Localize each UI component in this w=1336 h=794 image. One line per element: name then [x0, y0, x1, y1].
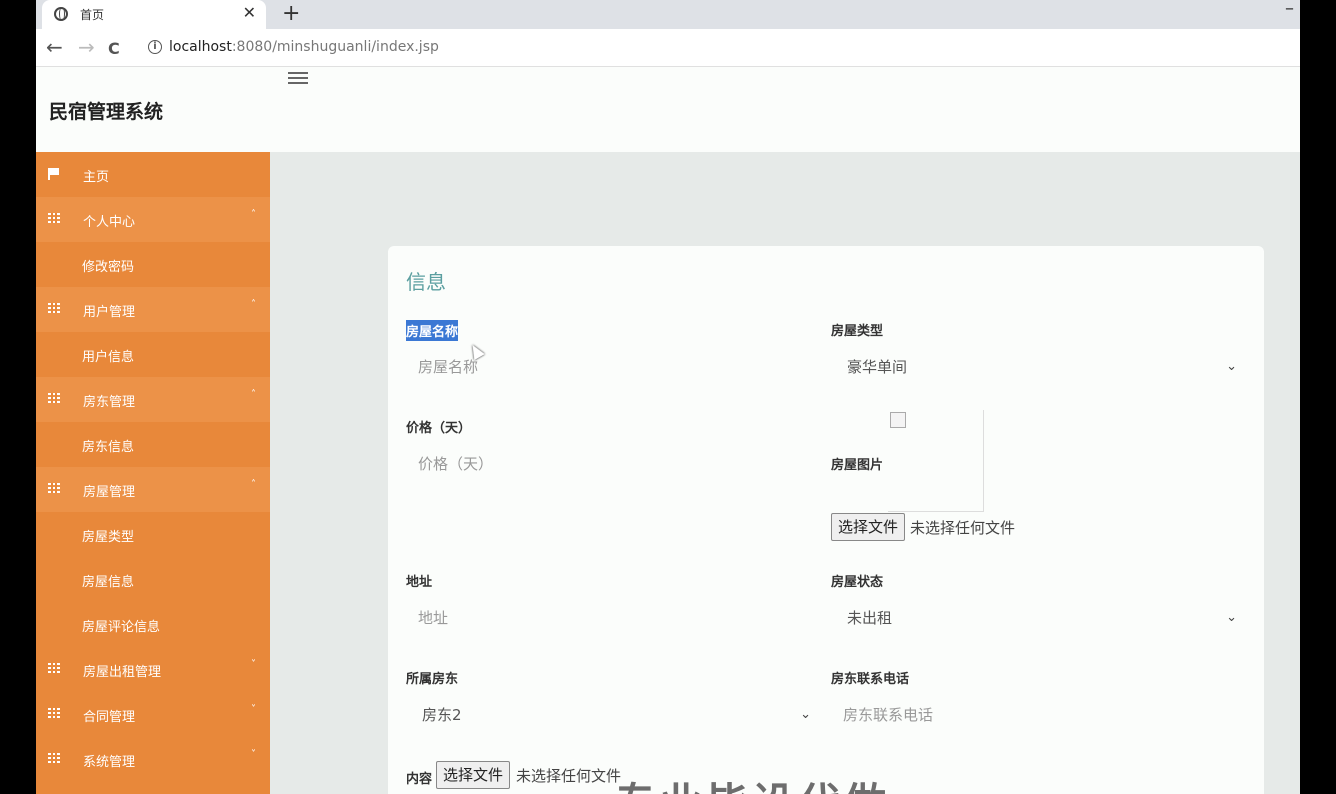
- sidebar-item-landlord-info[interactable]: 房东信息: [36, 422, 270, 467]
- sidebar-item-label: 房屋类型: [82, 530, 135, 545]
- sidebar-item-label: 主页: [83, 170, 110, 185]
- sidebar-item-label: 修改密码: [82, 260, 135, 275]
- chevron-down-icon: ˅: [251, 749, 256, 760]
- sidebar-item-contract-management[interactable]: 合同管理 ˅: [36, 692, 270, 737]
- forward-button[interactable]: →: [78, 36, 95, 58]
- chevron-up-icon: ˄: [251, 389, 256, 400]
- sidebar-item-label: 用户信息: [82, 350, 135, 365]
- back-button[interactable]: ←: [46, 36, 63, 58]
- new-tab-button[interactable]: +: [282, 0, 300, 28]
- form-card: 信息 房屋名称 房屋类型 豪华单间 ⌄ 价格（天） 房屋图片 选择文件 未选择任…: [388, 246, 1264, 794]
- browser-window: 首页 ✕ + – ← → C i localhost:8080/minshugu…: [36, 0, 1300, 794]
- landlord-phone-label: 房东联系电话: [831, 672, 910, 687]
- chevron-down-icon: ⌄: [1226, 359, 1237, 374]
- grid-icon: [48, 708, 60, 718]
- house-status-select[interactable]: 未出租 ⌄: [831, 599, 1245, 637]
- tab-title: 首页: [80, 8, 105, 22]
- reload-button[interactable]: C: [108, 38, 120, 60]
- sidebar-item-label: 系统管理: [83, 755, 136, 770]
- chevron-up-icon: ˄: [251, 209, 256, 220]
- url-path: :8080/minshuguanli/index.jsp: [231, 39, 439, 55]
- menu-toggle-icon[interactable]: [288, 69, 308, 85]
- sidebar-item-label: 房屋信息: [82, 575, 135, 590]
- address-label: 地址: [406, 575, 433, 590]
- grid-icon: [48, 753, 60, 763]
- house-name-input[interactable]: [406, 348, 801, 386]
- info-icon[interactable]: i: [148, 40, 162, 54]
- sidebar-item-label: 用户管理: [83, 305, 136, 320]
- content-file-status: 未选择任何文件: [516, 767, 622, 785]
- house-type-select[interactable]: 豪华单间 ⌄: [831, 348, 1245, 386]
- sidebar-item-house-type[interactable]: 房屋类型: [36, 512, 270, 557]
- sidebar-item-change-password[interactable]: 修改密码: [36, 242, 270, 287]
- sidebar-item-personal-center[interactable]: 个人中心 ˄: [36, 197, 270, 242]
- sidebar-item-landlord-management[interactable]: 房东管理 ˄: [36, 377, 270, 422]
- price-input[interactable]: [406, 445, 801, 483]
- app-title: 民宿管理系统: [49, 101, 164, 123]
- sidebar-item-label: 房东管理: [83, 395, 136, 410]
- sidebar-item-user-info[interactable]: 用户信息: [36, 332, 270, 377]
- sidebar-item-system-management[interactable]: 系统管理 ˅: [36, 737, 270, 782]
- app-header: 民宿管理系统: [36, 67, 1300, 152]
- globe-icon: [54, 7, 68, 21]
- house-status-label: 房屋状态: [831, 575, 884, 590]
- landlord-value: 房东2: [422, 706, 462, 724]
- sidebar-item-label: 房东信息: [82, 440, 135, 455]
- choose-file-button[interactable]: 选择文件: [831, 513, 906, 541]
- url-host: localhost: [169, 39, 232, 55]
- sidebar-item-label: 房屋出租管理: [83, 665, 162, 680]
- sidebar: 主页 个人中心 ˄ 修改密码 用户管理 ˄ 用户信息 房东管理 ˄ 房东信息 房…: [36, 152, 270, 794]
- flag-icon: [48, 168, 60, 180]
- chevron-down-icon: ⌄: [800, 707, 811, 722]
- watermark-overlay: 专业毕设代做: [614, 770, 890, 794]
- chevron-down-icon: ˅: [251, 704, 256, 715]
- house-image-preview: [888, 410, 984, 512]
- grid-icon: [48, 663, 60, 673]
- price-label: 价格（天）: [406, 421, 472, 436]
- house-type-label: 房屋类型: [831, 324, 884, 339]
- grid-icon: [48, 303, 60, 313]
- broken-image-icon: [890, 412, 906, 428]
- tab-bar: 首页 ✕ + –: [36, 0, 1300, 29]
- house-image-label: 房屋图片: [831, 458, 884, 473]
- url-field[interactable]: localhost:8080/minshuguanli/index.jsp: [169, 39, 439, 55]
- chevron-down-icon: ⌄: [1226, 610, 1237, 625]
- chevron-up-icon: ˄: [251, 299, 256, 310]
- browser-tab[interactable]: 首页 ✕: [42, 0, 266, 29]
- sidebar-item-label: 房屋管理: [83, 485, 136, 500]
- sidebar-item-house-management[interactable]: 房屋管理 ˄: [36, 467, 270, 512]
- house-status-value: 未出租: [847, 609, 893, 627]
- sidebar-item-label: 合同管理: [83, 710, 136, 725]
- sidebar-item-user-management[interactable]: 用户管理 ˄: [36, 287, 270, 332]
- sidebar-item-home[interactable]: 主页: [36, 152, 270, 197]
- chevron-up-icon: ˄: [251, 479, 256, 490]
- landlord-phone-input[interactable]: [831, 696, 1245, 734]
- sidebar-item-house-info[interactable]: 房屋信息: [36, 557, 270, 602]
- close-tab-icon[interactable]: ✕: [243, 3, 256, 22]
- sidebar-item-rental-management[interactable]: 房屋出租管理 ˅: [36, 647, 270, 692]
- content-choose-file-button[interactable]: 选择文件: [436, 761, 511, 789]
- address-input[interactable]: [406, 599, 801, 637]
- file-status: 未选择任何文件: [910, 519, 1016, 537]
- form-title: 信息: [406, 270, 446, 294]
- landlord-label: 所属房东: [406, 672, 459, 687]
- content-label: 内容: [406, 772, 433, 787]
- sidebar-item-label: 个人中心: [83, 215, 136, 230]
- sidebar-item-house-comments[interactable]: 房屋评论信息: [36, 602, 270, 647]
- address-bar: ← → C i localhost:8080/minshuguanli/inde…: [36, 29, 1300, 67]
- chevron-down-icon: ˅: [251, 659, 256, 670]
- sidebar-item-label: 房屋评论信息: [82, 620, 161, 635]
- minimize-button[interactable]: –: [1285, 0, 1294, 19]
- house-name-label: 房屋名称: [406, 320, 459, 341]
- grid-icon: [48, 213, 60, 223]
- house-type-value: 豪华单间: [847, 358, 908, 376]
- grid-icon: [48, 393, 60, 403]
- grid-icon: [48, 483, 60, 493]
- landlord-select[interactable]: 房东2 ⌄: [406, 696, 819, 734]
